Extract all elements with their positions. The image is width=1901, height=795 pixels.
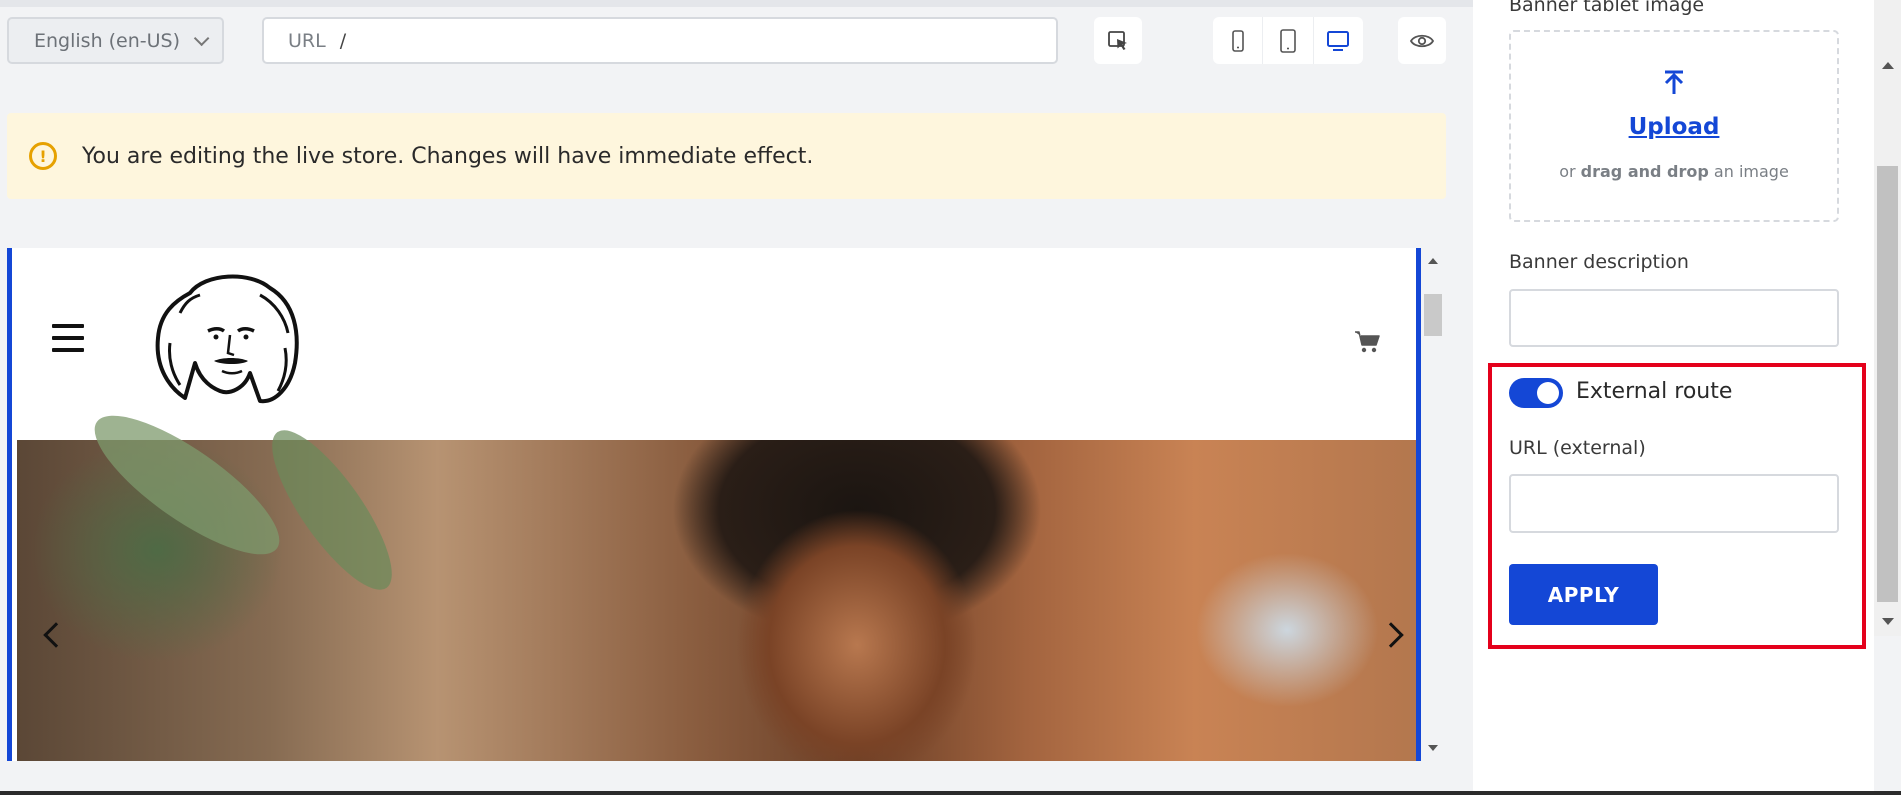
store-preview: [7, 248, 1421, 761]
tablet-view-button[interactable]: [1262, 17, 1312, 64]
url-field[interactable]: URL /: [262, 17, 1058, 64]
banner-settings-panel: Banner tablet image Upload or drag and d…: [1473, 0, 1874, 795]
language-select[interactable]: English (en-US): [7, 17, 224, 64]
bottom-edge: [0, 791, 1901, 795]
banner-tablet-image-label: Banner tablet image: [1509, 0, 1705, 16]
cart-icon[interactable]: [1354, 328, 1380, 354]
select-element-button[interactable]: [1094, 17, 1142, 64]
scroll-down-icon[interactable]: [1428, 745, 1438, 751]
chevron-left-icon[interactable]: [43, 622, 69, 648]
hero-banner-image: [17, 393, 1416, 761]
url-external-input[interactable]: [1509, 474, 1839, 533]
notice-text: You are editing the live store. Changes …: [82, 143, 814, 169]
upload-link[interactable]: Upload: [1511, 114, 1837, 140]
panel-scrollbar-thumb[interactable]: [1877, 166, 1898, 602]
apply-button[interactable]: APPLY: [1509, 564, 1658, 625]
preview-button[interactable]: [1398, 17, 1446, 64]
language-select-value: English (en-US): [34, 29, 181, 52]
banner-description-label: Banner description: [1509, 251, 1689, 273]
device-toggle-group: [1213, 17, 1363, 64]
mobile-icon: [1231, 29, 1244, 52]
menu-icon[interactable]: [52, 324, 84, 360]
tablet-icon: [1280, 28, 1296, 53]
preview-scrollbar-thumb[interactable]: [1424, 294, 1442, 336]
external-route-toggle[interactable]: [1509, 378, 1563, 408]
external-route-label: External route: [1576, 379, 1733, 404]
scroll-down-icon[interactable]: [1882, 618, 1894, 625]
panel-scrollbar[interactable]: [1874, 0, 1901, 636]
mobile-view-button[interactable]: [1213, 17, 1262, 64]
store-logo[interactable]: [150, 273, 305, 406]
image-dropzone[interactable]: Upload or drag and drop an image: [1509, 30, 1839, 222]
scroll-up-icon[interactable]: [1428, 258, 1438, 264]
preview-scrollbar[interactable]: [1421, 248, 1446, 761]
upload-arrow-icon: [1511, 70, 1837, 103]
url-field-value: /: [339, 29, 347, 52]
url-external-label: URL (external): [1509, 437, 1646, 459]
select-element-icon: [1108, 30, 1127, 50]
toggle-knob: [1537, 382, 1559, 404]
scroll-up-icon[interactable]: [1882, 62, 1894, 69]
desktop-view-button[interactable]: [1312, 17, 1363, 64]
eye-icon: [1409, 34, 1435, 47]
url-field-label: URL: [288, 29, 326, 52]
live-store-notice: ! You are editing the live store. Change…: [7, 113, 1446, 199]
chevron-down-icon: [193, 30, 210, 47]
upload-hint: or drag and drop an image: [1559, 162, 1789, 181]
chevron-right-icon[interactable]: [1378, 622, 1404, 648]
top-strip: [0, 0, 1473, 7]
banner-description-input[interactable]: [1509, 289, 1839, 347]
desktop-icon: [1327, 30, 1350, 51]
warning-icon: !: [29, 142, 57, 170]
